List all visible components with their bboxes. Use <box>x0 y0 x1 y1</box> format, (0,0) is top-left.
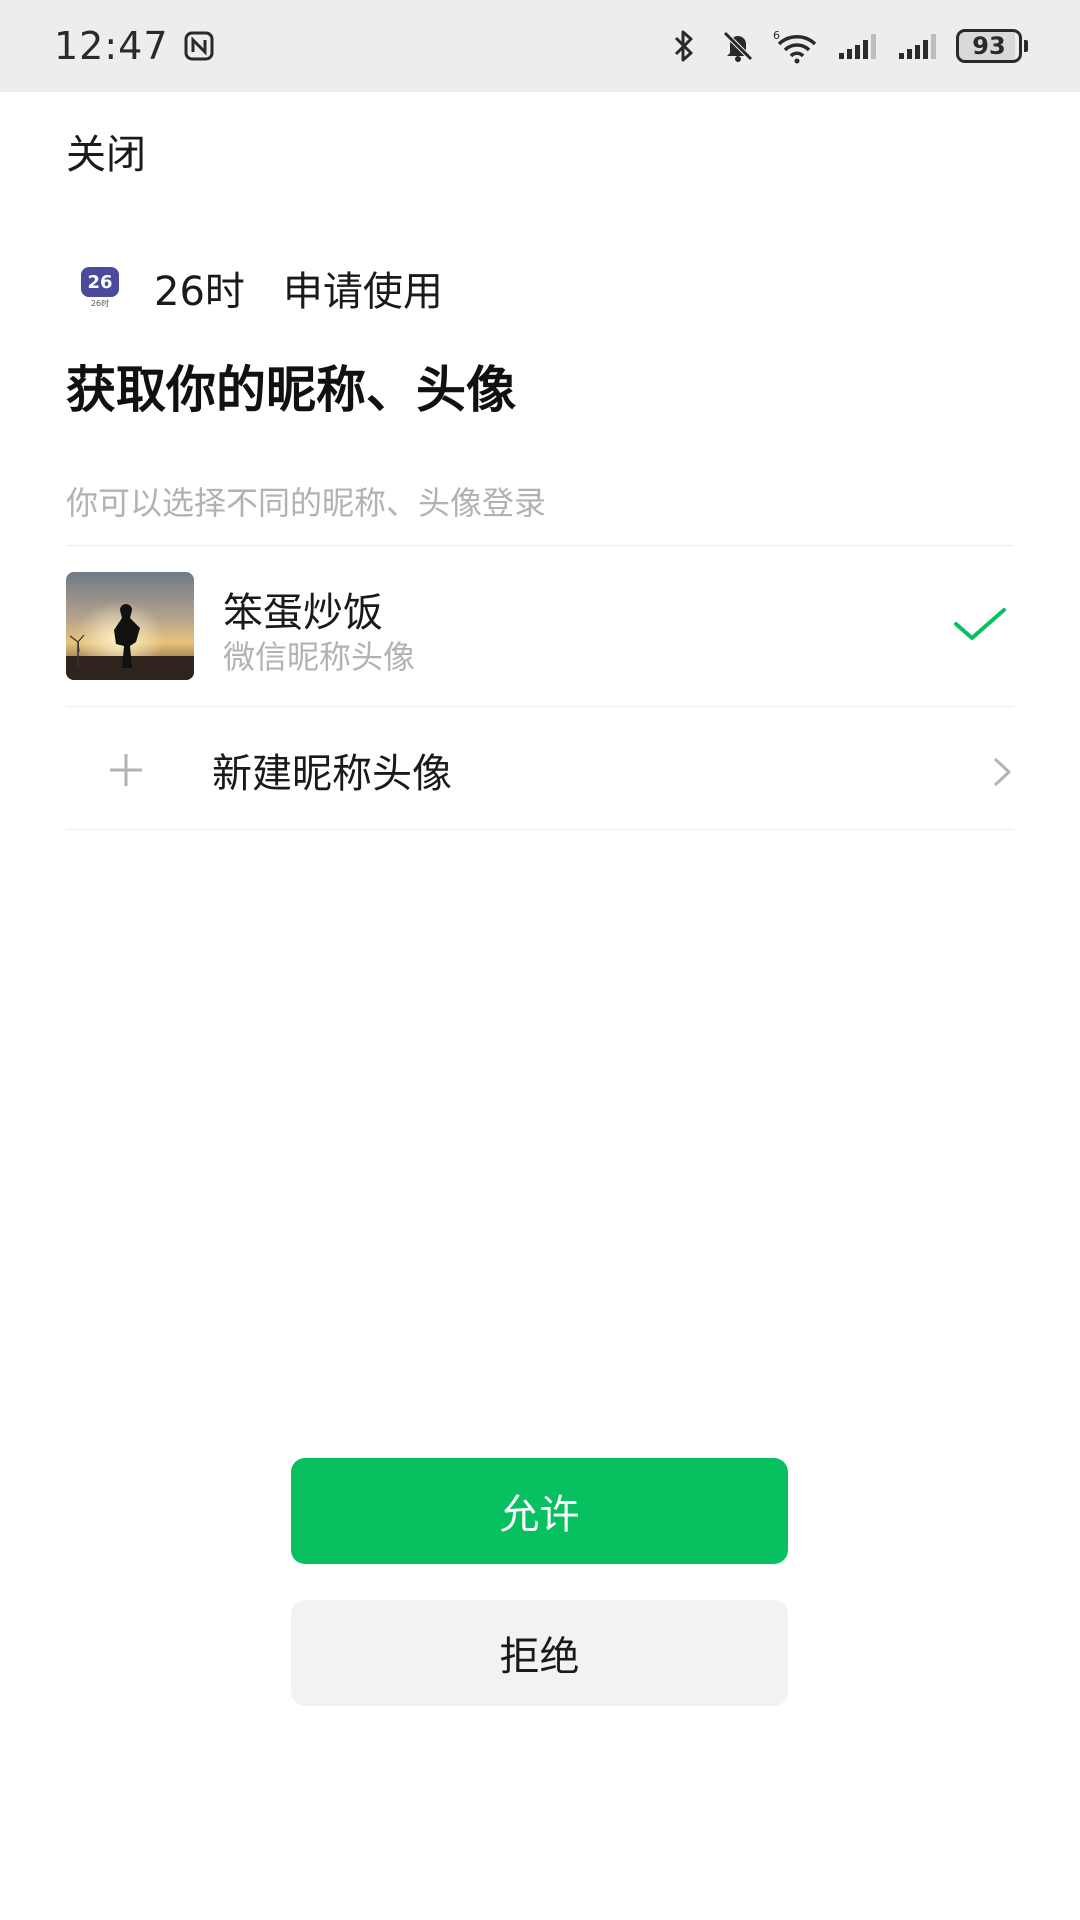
close-button[interactable]: 关闭 <box>66 122 146 180</box>
avatar <box>66 572 194 680</box>
svg-text:6: 6 <box>773 29 780 42</box>
app-request-text: 申请使用 <box>282 269 443 315</box>
battery-level: 93 <box>956 29 1022 63</box>
bluetooth-icon <box>664 26 704 66</box>
divider <box>66 545 1014 546</box>
profile-description: 微信昵称头像 <box>223 638 416 676</box>
allow-button[interactable]: 允许 <box>291 1458 788 1564</box>
status-time: 12:47 <box>54 24 169 68</box>
check-icon <box>954 608 1006 640</box>
page-title: 获取你的昵称、头像 <box>66 361 516 419</box>
new-profile-label: 新建昵称头像 <box>212 751 452 797</box>
plus-icon <box>110 754 142 786</box>
profile-option[interactable]: 笨蛋炒饭 微信昵称头像 <box>66 572 1014 680</box>
app-name: 26时 <box>154 269 245 315</box>
status-right: 6 93 <box>664 26 1028 66</box>
battery-tip <box>1024 40 1028 52</box>
signal-icon <box>896 26 942 66</box>
divider <box>66 706 1014 707</box>
page-subtitle: 你可以选择不同的昵称、头像登录 <box>66 484 547 522</box>
new-profile-option[interactable]: 新建昵称头像 <box>66 710 1014 830</box>
wifi-icon: 6 <box>772 26 822 66</box>
status-left: 12:47 <box>54 24 219 68</box>
app-logo: 26 26时 <box>76 264 124 312</box>
chevron-right-icon <box>993 757 1011 787</box>
status-bar: 12:47 6 93 <box>0 0 1080 92</box>
app-logo-caption: 26时 <box>90 299 110 308</box>
divider <box>66 829 1014 830</box>
battery-icon: 93 <box>956 29 1028 63</box>
mute-bell-icon <box>718 26 758 66</box>
profile-nickname: 笨蛋炒饭 <box>223 590 383 636</box>
app-logo-badge: 26 <box>81 267 119 297</box>
signal-icon <box>836 26 882 66</box>
nfc-icon <box>179 26 219 66</box>
deny-button[interactable]: 拒绝 <box>291 1600 788 1706</box>
app-request-row: 26 26时 26时 申请使用 <box>66 260 443 316</box>
